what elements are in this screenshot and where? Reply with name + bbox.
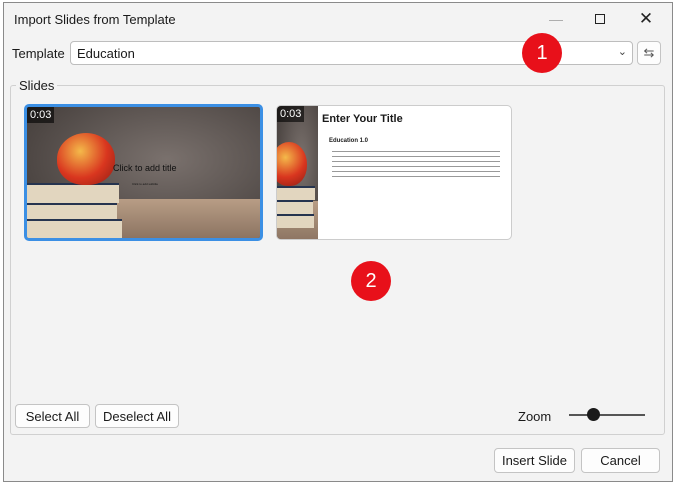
insert-slide-button[interactable]: Insert Slide: [494, 448, 575, 473]
select-all-button[interactable]: Select All: [15, 404, 90, 428]
slide-thumbnail-1[interactable]: 0:03 Click to add title Click to add sub…: [24, 104, 263, 241]
refresh-icon: ⇆: [643, 45, 655, 60]
slide-title: Click to add title: [113, 163, 177, 173]
window-title: Import Slides from Template: [14, 12, 176, 27]
slides-group-label: Slides: [16, 78, 58, 93]
minimize-button[interactable]: —: [533, 3, 579, 35]
slide-duration: 0:03: [27, 107, 55, 123]
refresh-button[interactable]: ⇆: [637, 41, 661, 65]
slide-body-text: [332, 149, 500, 179]
zoom-label: Zoom: [518, 409, 552, 424]
slide-title: Enter Your Title: [322, 113, 403, 125]
import-slides-dialog: Import Slides from Template — ✕ Template…: [3, 2, 673, 482]
close-button[interactable]: ✕: [623, 3, 669, 35]
close-icon: ✕: [638, 9, 654, 28]
slide-thumbnail-2[interactable]: 0:03 Enter Your Title Education 1.0: [276, 105, 512, 240]
callout-badge-2: 2: [351, 261, 391, 301]
slide-duration: 0:03: [277, 106, 305, 122]
maximize-button[interactable]: [577, 3, 623, 35]
zoom-slider[interactable]: [569, 408, 645, 421]
template-label: Template: [12, 46, 65, 61]
zoom-slider-thumb[interactable]: [587, 408, 600, 421]
cancel-button[interactable]: Cancel: [581, 448, 660, 473]
template-value: Education: [77, 46, 135, 61]
chevron-down-icon: ⌄: [617, 46, 627, 58]
minimize-icon: —: [549, 11, 563, 27]
maximize-icon: [595, 14, 605, 24]
slide-heading: Education 1.0: [329, 138, 369, 144]
deselect-all-button[interactable]: Deselect All: [95, 404, 179, 428]
slide-subtitle: Click to add subtitle: [132, 182, 159, 186]
callout-badge-1: 1: [522, 33, 562, 73]
